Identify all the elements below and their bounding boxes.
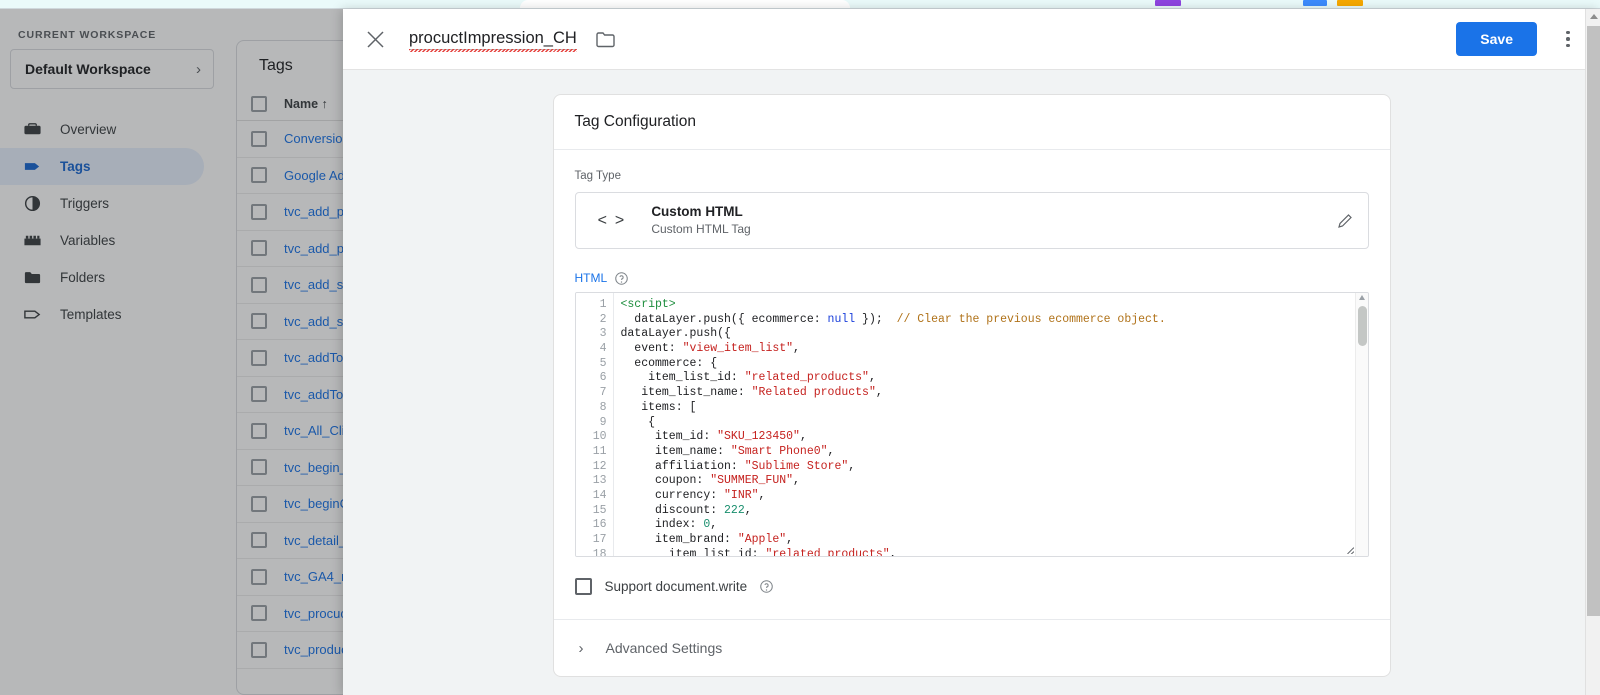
line-number: 13	[592, 474, 607, 488]
html-field-label-row: HTML	[575, 271, 1369, 285]
panel-toolbar: procuctImpression_CH Save	[343, 9, 1600, 70]
line-number: 5	[599, 356, 607, 370]
code-line: {	[620, 415, 656, 429]
editor-code-content[interactable]: <script> dataLayer.push({ ecommerce: nul…	[614, 293, 1368, 556]
code-line: item_name: "Smart Phone0",	[620, 444, 835, 458]
code-line: index: 0,	[620, 518, 718, 532]
code-line: item_list_name: "Related products",	[620, 386, 883, 400]
line-number: 9	[599, 415, 607, 429]
support-document-write-label: Support document.write	[604, 579, 748, 594]
page-scrollbar-thumb[interactable]	[1587, 26, 1600, 616]
editor-line-numbers: 12345678910111213141516171819	[575, 293, 614, 557]
line-number: 14	[592, 488, 607, 502]
code-brackets-icon: < >	[597, 211, 625, 230]
save-button[interactable]: Save	[1456, 22, 1537, 56]
code-line: item_list_id: "related_products",	[620, 371, 876, 385]
code-line: <script>	[620, 298, 676, 311]
line-number: 15	[592, 503, 607, 517]
tag-type-selector[interactable]: < > Custom HTML Custom HTML Tag	[574, 192, 1369, 249]
line-number: 18	[592, 547, 607, 557]
editor-scrollbar-thumb[interactable]	[1357, 306, 1367, 346]
code-line: discount: 222,	[620, 503, 752, 517]
browser-active-tab[interactable]	[520, 0, 850, 8]
line-number: 6	[599, 371, 607, 385]
line-number: 2	[599, 312, 607, 326]
scroll-up-arrow-icon[interactable]	[1590, 14, 1598, 19]
chevron-right-icon: ›	[578, 639, 584, 657]
kebab-menu-icon[interactable]	[1553, 22, 1583, 56]
card-title: Tag Configuration	[553, 95, 1390, 150]
support-document-write-row: Support document.write	[574, 578, 1369, 619]
html-label: HTML	[574, 271, 608, 285]
code-line: item_id: "SKU_123450",	[620, 430, 807, 444]
tag-type-text: Custom HTML Custom HTML Tag	[651, 204, 750, 238]
support-document-write-checkbox[interactable]	[574, 578, 592, 595]
bookmark-chip-blue[interactable]	[1303, 0, 1327, 6]
code-line: ecommerce: {	[620, 356, 718, 370]
line-number: 11	[592, 444, 607, 458]
code-line: items: [	[620, 400, 697, 414]
line-number: 4	[599, 342, 607, 356]
line-number: 3	[599, 327, 607, 341]
panel-actions: Save	[1456, 22, 1600, 56]
code-line: currency: "INR",	[620, 488, 766, 502]
close-icon[interactable]	[364, 28, 386, 50]
scroll-up-arrow-icon[interactable]	[1358, 295, 1365, 300]
line-number: 12	[592, 459, 607, 473]
line-number: 1	[599, 298, 607, 311]
bookmark-chip-orange[interactable]	[1337, 0, 1363, 6]
html-code-editor[interactable]: 12345678910111213141516171819 <script> d…	[574, 292, 1369, 557]
tag-name-group: procuctImpression_CH	[409, 29, 615, 52]
bookmark-chip-purple[interactable]	[1155, 0, 1181, 6]
line-number: 10	[592, 430, 607, 444]
tag-edit-panel: procuctImpression_CH Save Tag Configurat…	[343, 9, 1600, 695]
code-line: coupon: "SUMMER_FUN",	[620, 474, 800, 488]
line-number: 17	[592, 533, 607, 546]
tag-type-label: Tag Type	[574, 170, 621, 182]
help-circle-icon[interactable]	[615, 271, 628, 285]
folder-icon[interactable]	[596, 31, 615, 48]
advanced-settings-toggle[interactable]: › Advanced Settings	[554, 620, 1390, 676]
card-content: Tag Type < > Custom HTML Custom HTML Tag…	[554, 150, 1390, 619]
code-line: affiliation: "Sublime Store",	[620, 459, 856, 473]
help-circle-icon[interactable]	[760, 580, 773, 593]
panel-body[interactable]: Tag Configuration Tag Type < > Custom HT…	[343, 70, 1600, 695]
tag-type-description: Custom HTML Tag	[651, 222, 751, 237]
code-line: item_brand: "Apple",	[620, 533, 794, 546]
line-number: 8	[599, 400, 607, 414]
tag-configuration-card: Tag Configuration Tag Type < > Custom HT…	[552, 94, 1391, 677]
editor-resize-handle[interactable]	[1340, 540, 1354, 554]
pencil-icon[interactable]	[1336, 212, 1354, 230]
code-line: dataLayer.push({	[620, 327, 731, 341]
editor-scrollbar[interactable]	[1354, 293, 1368, 556]
tag-name-input[interactable]: procuctImpression_CH	[409, 29, 577, 52]
line-number: 16	[592, 518, 607, 532]
code-line: dataLayer.push({ ecommerce: null }); // …	[620, 312, 1166, 326]
line-number: 7	[599, 386, 607, 400]
browser-chrome-strip	[0, 0, 1600, 9]
advanced-settings-label: Advanced Settings	[605, 640, 723, 656]
code-line: item_list_id: "related_products",	[620, 547, 897, 556]
page-scrollbar[interactable]	[1585, 9, 1600, 695]
code-line: event: "view_item_list",	[620, 342, 800, 356]
tag-type-name: Custom HTML	[651, 203, 743, 219]
